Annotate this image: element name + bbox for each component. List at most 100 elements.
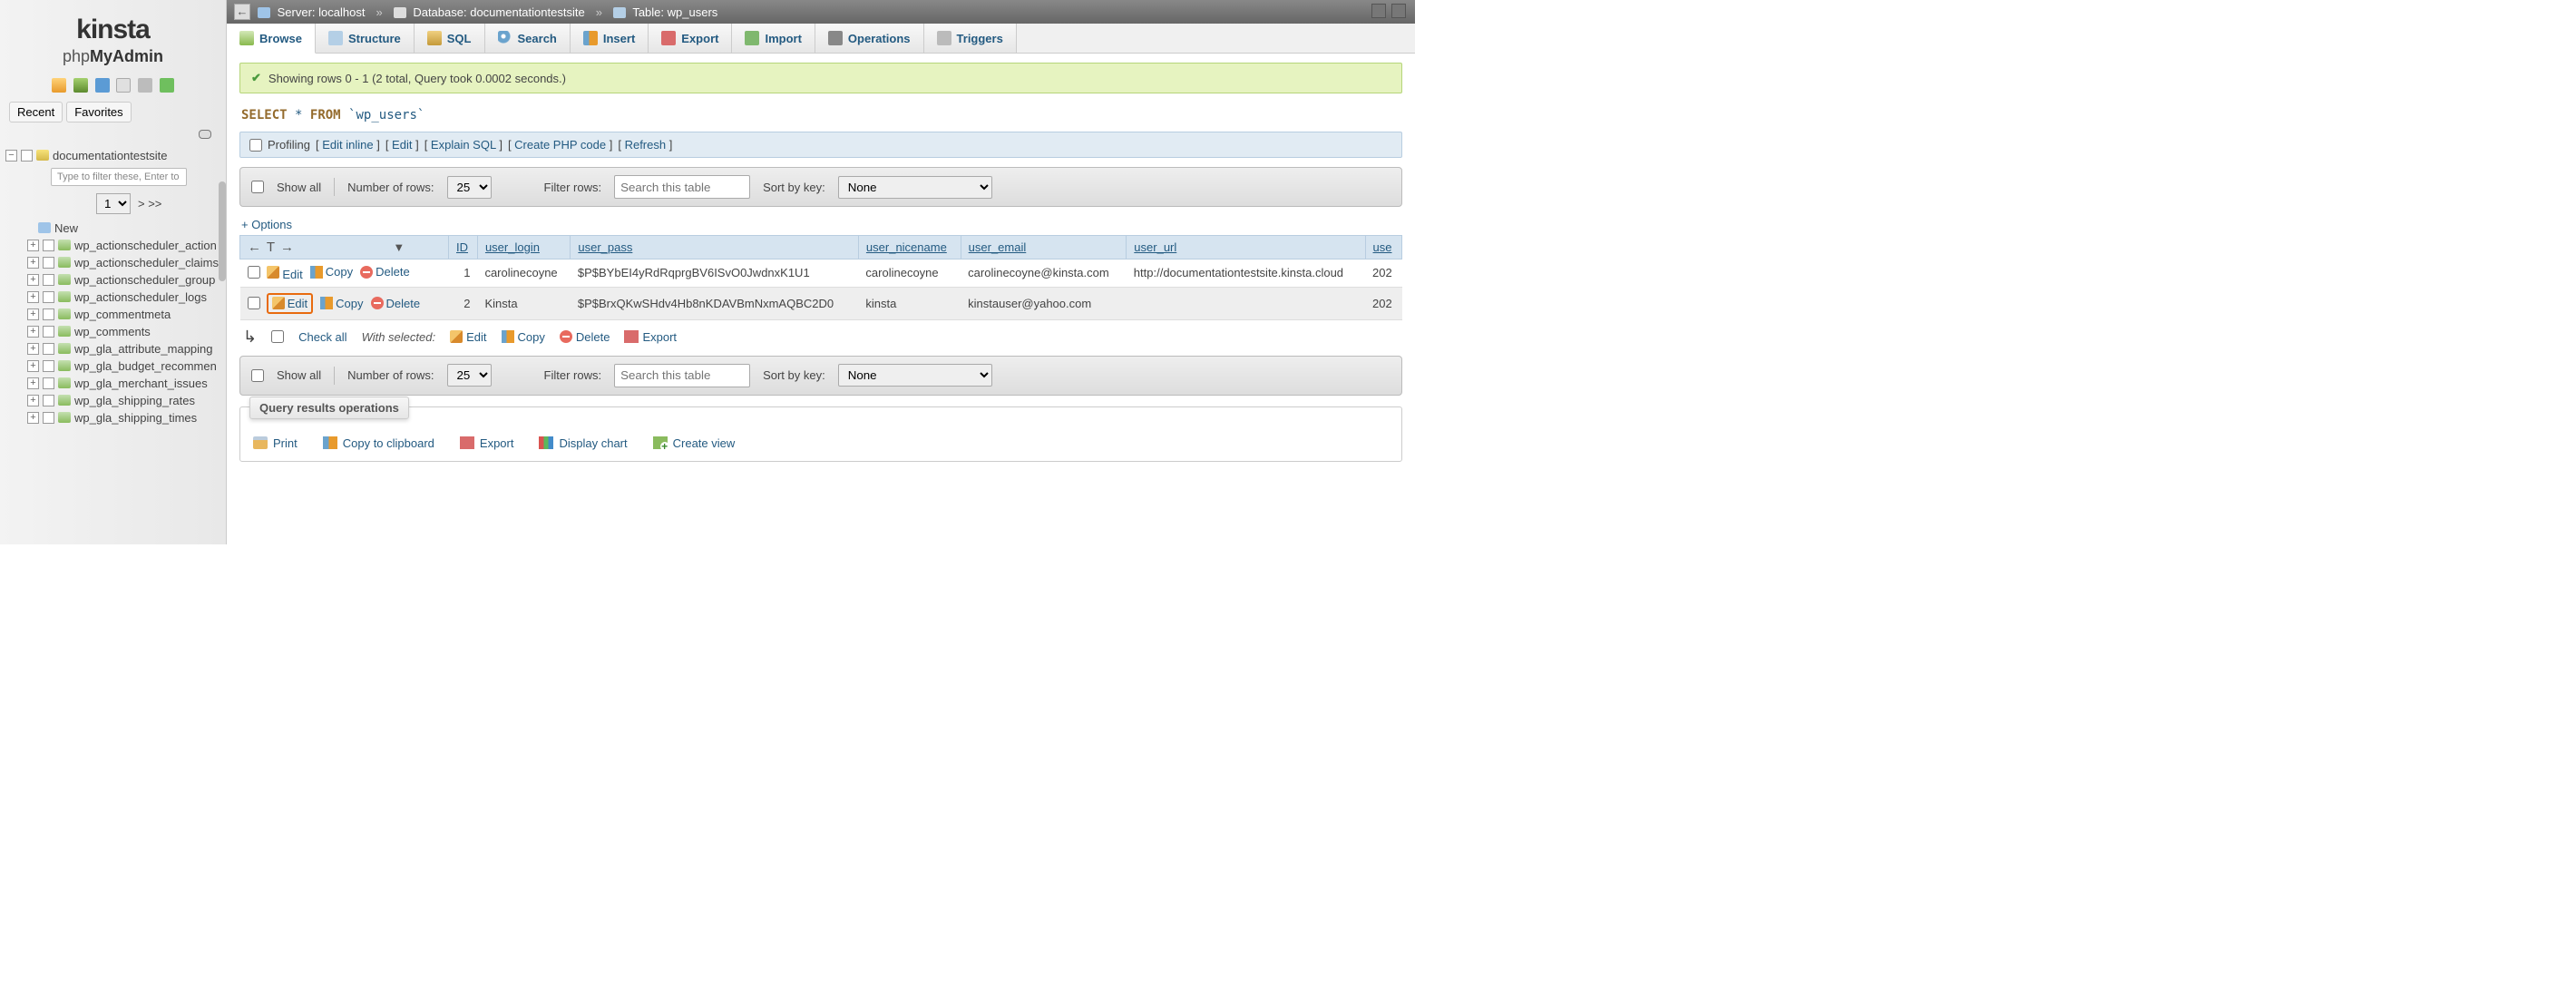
edit-link[interactable]: Edit [392, 138, 412, 152]
expand-handle-icon[interactable] [43, 343, 54, 355]
explain-sql-link[interactable]: Explain SQL [431, 138, 496, 152]
expand-icon[interactable]: + [27, 326, 39, 338]
cell-user-login[interactable]: carolinecoyne [477, 259, 570, 288]
expand-handle-icon[interactable] [43, 240, 54, 251]
tab-insert[interactable]: Insert [571, 24, 649, 53]
ws-export[interactable]: Export [624, 330, 677, 344]
show-all-checkbox[interactable] [251, 181, 264, 193]
cell-id[interactable]: 1 [449, 259, 478, 288]
filter-rows-input[interactable] [614, 175, 750, 199]
refresh-link[interactable]: Refresh [625, 138, 667, 152]
tree-table-item[interactable]: +wp_gla_merchant_issues [5, 375, 220, 392]
cell-user-url[interactable]: http://documentationtestsite.kinsta.clou… [1127, 259, 1365, 288]
cell-user-reg[interactable]: 202 [1365, 259, 1401, 288]
expand-handle-icon[interactable] [43, 360, 54, 372]
check-all-checkbox[interactable] [271, 330, 284, 343]
tree-table-item[interactable]: +wp_actionscheduler_action [5, 237, 220, 254]
row-copy[interactable]: Copy [320, 297, 363, 310]
col-user-login[interactable]: user_login [477, 236, 570, 259]
expand-handle-icon[interactable] [43, 412, 54, 424]
sort-key-select-2[interactable]: None [838, 364, 992, 387]
page-settings-icon[interactable] [1371, 4, 1386, 18]
expand-icon[interactable]: + [27, 291, 39, 303]
tree-page-next[interactable]: > >> [138, 197, 161, 211]
tab-browse[interactable]: Browse [227, 24, 316, 54]
sort-controls[interactable]: ← T → [248, 240, 295, 255]
filter-rows-input-2[interactable] [614, 364, 750, 387]
sort-key-select[interactable]: None [838, 176, 992, 199]
qro-chart[interactable]: Display chart [539, 436, 627, 450]
qro-export[interactable]: Export [460, 436, 514, 450]
row-delete[interactable]: Delete [360, 265, 410, 279]
col-user-reg[interactable]: use [1365, 236, 1401, 259]
cell-user-reg[interactable]: 202 [1365, 287, 1401, 319]
tree-db-node[interactable]: − documentationtestsite [5, 147, 220, 164]
link-icon[interactable] [199, 130, 211, 139]
expand-handle-icon[interactable] [43, 326, 54, 338]
qro-clipboard[interactable]: Copy to clipboard [323, 436, 434, 450]
expand-icon[interactable]: + [27, 360, 39, 372]
num-rows-select-2[interactable]: 25 [447, 364, 492, 387]
cell-user-email[interactable]: carolinecoyne@kinsta.com [961, 259, 1127, 288]
home-icon[interactable] [52, 78, 66, 93]
tab-structure[interactable]: Structure [316, 24, 415, 53]
tab-recent[interactable]: Recent [9, 102, 63, 122]
cell-user-pass[interactable]: $P$BYbEI4yRdRqprgBV6ISvO0JwdnxK1U1 [571, 259, 859, 288]
row-edit[interactable]: Edit [267, 266, 303, 281]
edit-inline-link[interactable]: Edit inline [322, 138, 373, 152]
expand-icon[interactable]: + [27, 274, 39, 286]
expand-handle-icon[interactable] [21, 150, 33, 162]
row-checkbox[interactable] [248, 297, 260, 309]
expand-icon[interactable]: + [27, 308, 39, 320]
breadcrumb-table[interactable]: Table: wp_users [613, 5, 717, 19]
back-button[interactable]: ← [234, 4, 250, 20]
tab-import[interactable]: Import [732, 24, 815, 53]
profiling-checkbox[interactable] [249, 139, 262, 152]
cell-user-pass[interactable]: $P$BrxQKwSHdv4Hb8nKDAVBmNxmAQBC2D0 [571, 287, 859, 319]
tree-table-item[interactable]: +wp_actionscheduler_group [5, 271, 220, 289]
tree-table-item[interactable]: +wp_gla_budget_recommen [5, 357, 220, 375]
reload-icon[interactable] [160, 78, 174, 93]
tree-new[interactable]: New [5, 220, 220, 237]
cell-user-login[interactable]: Kinsta [477, 287, 570, 319]
col-user-nicename[interactable]: user_nicename [858, 236, 961, 259]
tree-filter-input[interactable] [51, 168, 187, 186]
check-all-link[interactable]: Check all [298, 330, 346, 344]
tab-export[interactable]: Export [649, 24, 732, 53]
row-checkbox[interactable] [248, 266, 260, 279]
cell-user-nicename[interactable]: kinsta [858, 287, 961, 319]
collapse-icon[interactable]: − [5, 150, 17, 162]
create-php-link[interactable]: Create PHP code [514, 138, 606, 152]
expand-icon[interactable]: + [27, 343, 39, 355]
tree-table-item[interactable]: +wp_gla_attribute_mapping [5, 340, 220, 357]
cell-user-url[interactable] [1127, 287, 1365, 319]
expand-handle-icon[interactable] [43, 274, 54, 286]
expand-handle-icon[interactable] [43, 257, 54, 269]
cell-id[interactable]: 2 [449, 287, 478, 319]
settings-icon[interactable] [138, 78, 152, 93]
ws-edit[interactable]: Edit [450, 330, 486, 344]
expand-icon[interactable]: + [27, 240, 39, 251]
tree-table-item[interactable]: +wp_commentmeta [5, 306, 220, 323]
col-id[interactable]: ID [449, 236, 478, 259]
tree-table-item[interactable]: +wp_gla_shipping_times [5, 409, 220, 426]
tree-page-select[interactable]: 1 [96, 193, 131, 214]
logout-icon[interactable] [73, 78, 88, 93]
expand-icon[interactable]: + [27, 395, 39, 406]
ws-delete[interactable]: Delete [560, 330, 610, 344]
tab-favorites[interactable]: Favorites [66, 102, 131, 122]
row-edit[interactable]: Edit [267, 293, 313, 314]
tab-sql[interactable]: SQL [415, 24, 485, 53]
page-collapse-icon[interactable] [1391, 4, 1406, 18]
tree-table-item[interactable]: +wp_actionscheduler_logs [5, 289, 220, 306]
options-toggle[interactable]: + Options [239, 214, 1402, 235]
cell-user-email[interactable]: kinstauser@yahoo.com [961, 287, 1127, 319]
cell-user-nicename[interactable]: carolinecoyne [858, 259, 961, 288]
show-all-checkbox-2[interactable] [251, 369, 264, 382]
row-delete[interactable]: Delete [371, 297, 421, 310]
tab-search[interactable]: Search [485, 24, 571, 53]
tab-triggers[interactable]: Triggers [924, 24, 1017, 53]
tree-table-item[interactable]: +wp_actionscheduler_claims [5, 254, 220, 271]
ws-copy[interactable]: Copy [502, 330, 545, 344]
num-rows-select[interactable]: 25 [447, 176, 492, 199]
